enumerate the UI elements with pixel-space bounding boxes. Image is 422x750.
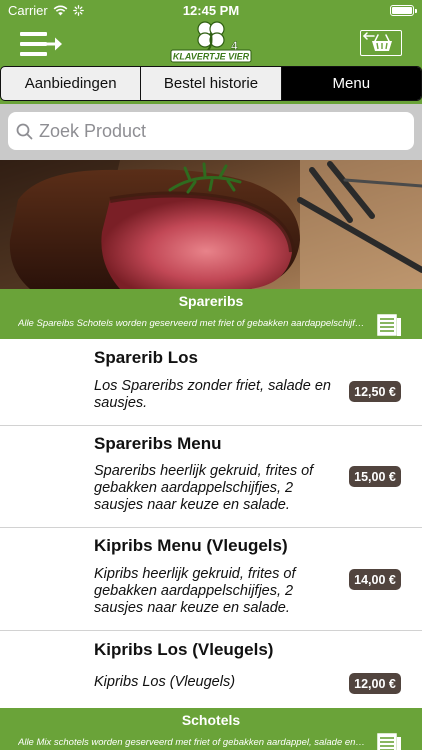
tab-aanbiedingen[interactable]: Aanbiedingen: [1, 67, 142, 100]
tab-bestel-historie[interactable]: Bestel historie: [141, 67, 282, 100]
status-bar: Carrier 12:45 PM: [0, 0, 422, 22]
price-badge: 12,50 €: [349, 381, 401, 402]
basket-back-icon: [362, 32, 392, 51]
product-description: Kipribs Los (Vleugels): [94, 674, 236, 690]
product-item[interactable]: Spareribs Menu Spareribs heerlijk gekrui…: [0, 426, 422, 528]
product-name: Kipribs Los (Vleugels): [94, 640, 274, 659]
segment-tabs: Aanbiedingen Bestel historie Menu: [0, 64, 422, 104]
segment-control: Aanbiedingen Bestel historie Menu: [0, 66, 422, 101]
cart-button[interactable]: [360, 30, 402, 56]
logo-text: KLAVERTJE VIER: [173, 52, 250, 62]
product-list: Sparerib Los Los Spareribs zonder friet,…: [0, 339, 422, 708]
category-description: Alle Mix schotels worden geserveerd met …: [18, 737, 366, 748]
category-hero-image: [0, 160, 422, 289]
product-name: Sparerib Los: [94, 348, 198, 367]
nav-bar: 4 KLAVERTJE VIER: [0, 21, 422, 64]
tab-menu[interactable]: Menu: [281, 67, 421, 100]
product-name: Kipribs Menu (Vleugels): [94, 536, 288, 555]
category-header-schotels[interactable]: Schotels Alle Mix schotels worden geserv…: [0, 708, 422, 750]
product-description: Spareribs heerlijk gekruid, frites of ge…: [94, 463, 314, 513]
product-item[interactable]: Kipribs Menu (Vleugels) Kipribs heerlijk…: [0, 528, 422, 631]
search-input[interactable]: [39, 120, 399, 142]
details-list-icon[interactable]: [376, 732, 402, 750]
details-list-icon[interactable]: [376, 313, 402, 337]
status-time: 12:45 PM: [182, 3, 240, 18]
product-description: Kipribs heerlijk gekruid, frites of geba…: [94, 566, 296, 616]
price-badge: 15,00 €: [349, 466, 401, 487]
price-badge: 12,00 €: [349, 673, 401, 694]
search-icon: [16, 123, 33, 139]
search-bar: [0, 104, 422, 160]
search-field[interactable]: [8, 112, 414, 150]
menu-arrow-icon[interactable]: [18, 30, 64, 58]
product-item[interactable]: Kipribs Los (Vleugels) Kipribs Los (Vleu…: [0, 631, 422, 708]
product-name: Spareribs Menu: [94, 434, 222, 453]
category-header-spareribs[interactable]: Spareribs Alle Spareibs Schotels worden …: [0, 289, 422, 339]
product-item[interactable]: Sparerib Los Los Spareribs zonder friet,…: [0, 339, 422, 426]
battery-level: [392, 7, 412, 14]
klavertje-vier-logo: 4 KLAVERTJE VIER: [170, 21, 252, 63]
category-description: Alle Spareibs Schotels worden geserveerd…: [18, 318, 366, 329]
product-description: Los Spareribs zonder friet, salade en sa…: [94, 378, 331, 411]
category-title: Spareribs: [178, 293, 244, 309]
price-badge: 14,00 €: [349, 569, 401, 590]
category-title: Schotels: [181, 712, 241, 728]
battery-icon: [390, 5, 417, 16]
